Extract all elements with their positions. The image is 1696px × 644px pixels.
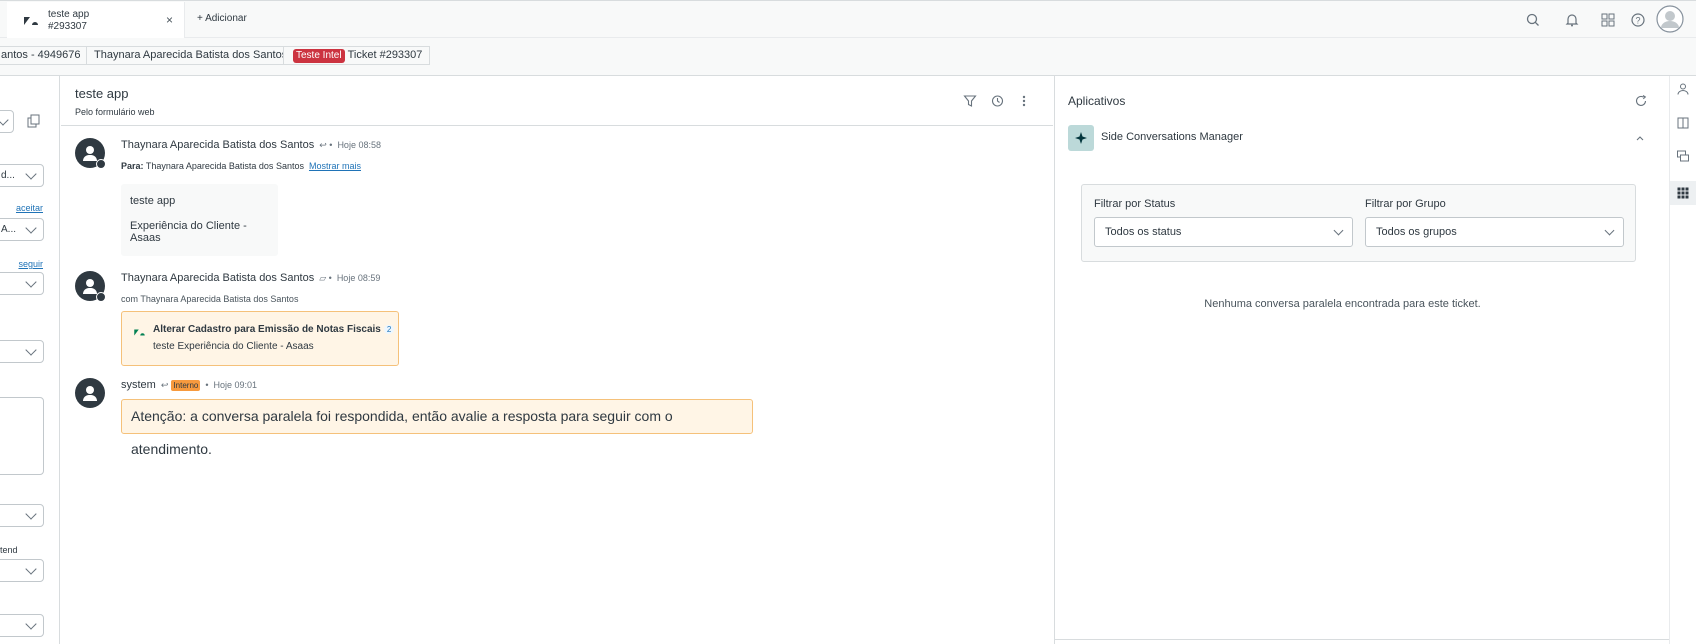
accept-link[interactable]: aceitar: [16, 203, 43, 213]
field-select-3[interactable]: A...: [0, 218, 44, 241]
field-select-1[interactable]: [0, 110, 14, 133]
message-author: Thaynara Aparecida Batista dos Santos ↩ •…: [121, 139, 381, 151]
avatar: [75, 138, 106, 169]
filter-section: Filtrar por Status Todos os status Filtr…: [1081, 184, 1636, 262]
field-textarea[interactable]: [0, 397, 44, 475]
brand-badge: Teste Intel: [293, 49, 345, 63]
apps-title: Aplicativos: [1068, 94, 1126, 108]
field-label-tend: tend: [0, 545, 18, 555]
add-tab-button[interactable]: + Adicionar: [197, 13, 247, 24]
breadcrumb-bar: antos - 4949676 Thaynara Aparecida Batis…: [0, 38, 1696, 76]
breadcrumb-organization[interactable]: antos - 4949676: [0, 46, 89, 65]
avatar: [75, 271, 106, 302]
chevron-up-icon[interactable]: [1634, 132, 1646, 144]
side-conversation-card[interactable]: Alterar Cadastro para Emissão de Notas F…: [121, 311, 399, 366]
svg-text:?: ?: [1635, 16, 1640, 26]
filter-group-select[interactable]: Todos os grupos: [1365, 217, 1624, 247]
top-bar: teste app #293307 × + Adicionar ?: [0, 0, 1696, 39]
help-icon[interactable]: ?: [1629, 11, 1647, 29]
message-author: system ↩ Interno • Hoje 09:01: [121, 379, 258, 391]
search-icon[interactable]: [1524, 11, 1542, 29]
context-rail: [1669, 76, 1696, 644]
ticket-header: teste app Pelo formulário web: [61, 76, 1053, 126]
internal-badge: Interno: [171, 380, 201, 391]
filter-icon[interactable]: [963, 94, 977, 108]
web-form-icon: [96, 159, 106, 169]
field-select-7[interactable]: [0, 559, 44, 582]
avatar: [75, 378, 105, 408]
user-avatar-icon[interactable]: [1656, 5, 1684, 33]
breadcrumb-requester[interactable]: Thaynara Aparecida Batista dos Santos: [86, 46, 296, 65]
ticket-tab[interactable]: teste app #293307 ×: [7, 2, 185, 39]
reply-count-badge: 2: [383, 325, 395, 334]
filter-group-label: Filtrar por Grupo: [1365, 198, 1446, 210]
message-author: Thaynara Aparecida Batista dos Santos ▱ •…: [121, 272, 381, 284]
copy-icon[interactable]: [26, 113, 42, 129]
side-conversations-icon[interactable]: [1676, 149, 1690, 163]
chevron-down-icon: [1604, 225, 1615, 236]
zendesk-logo-icon: [134, 329, 145, 336]
side-conversation-participants: com Thaynara Aparecida Batista dos Santo…: [121, 294, 299, 304]
field-select-5[interactable]: [0, 340, 44, 363]
apps-grid-icon[interactable]: [1599, 11, 1617, 29]
notifications-bell-icon[interactable]: [1563, 11, 1581, 29]
field-select-6[interactable]: [0, 504, 44, 527]
internal-alert-note: Atenção: a conversa paralela foi respond…: [121, 399, 753, 457]
empty-state-text: Nenhuma conversa paralela encontrada par…: [1204, 298, 1481, 310]
filter-status-select[interactable]: Todos os status: [1094, 217, 1353, 247]
field-select-8[interactable]: [0, 614, 44, 637]
ticket-channel: Pelo formulário web: [75, 107, 155, 117]
field-select-4[interactable]: [0, 272, 44, 295]
history-icon[interactable]: [990, 94, 1004, 108]
message-body: teste app Experiência do Cliente - Asaas: [121, 184, 278, 256]
side-conversations-app-icon: [1068, 125, 1094, 151]
more-options-icon[interactable]: [1017, 94, 1031, 108]
refresh-icon[interactable]: [1634, 94, 1648, 108]
reply-icon: ↩ •: [319, 140, 333, 150]
apps-grid-icon[interactable]: [1676, 186, 1690, 200]
user-profile-icon[interactable]: [1676, 82, 1690, 96]
show-more-link[interactable]: Mostrar mais: [309, 161, 361, 171]
ticket-fields-panel: d... aceitar A... seguir tend: [0, 76, 60, 644]
field-select-2[interactable]: d...: [0, 164, 44, 187]
apps-panel: Aplicativos Side Conversations Manager F…: [1054, 76, 1670, 644]
app-name: Side Conversations Manager: [1101, 131, 1243, 143]
knowledge-book-icon[interactable]: [1676, 116, 1690, 130]
chevron-down-icon: [1333, 225, 1344, 236]
message-recipients: Para: Thaynara Aparecida Batista dos San…: [121, 161, 361, 171]
ticket-title: teste app: [75, 86, 129, 101]
tab-title: teste app #293307: [48, 9, 90, 32]
zendesk-logo-icon: [24, 17, 38, 25]
side-conversation-icon: ▱ •: [319, 273, 332, 283]
filter-status-label: Filtrar por Status: [1094, 198, 1176, 210]
follow-link[interactable]: seguir: [18, 259, 43, 269]
plus-icon: +: [197, 13, 206, 24]
conversation-panel: teste app Pelo formulário web Thaynara A…: [61, 76, 1053, 644]
close-tab-icon[interactable]: ×: [166, 13, 173, 27]
breadcrumb-ticket[interactable]: Teste Intel Ticket #293307: [283, 46, 431, 65]
